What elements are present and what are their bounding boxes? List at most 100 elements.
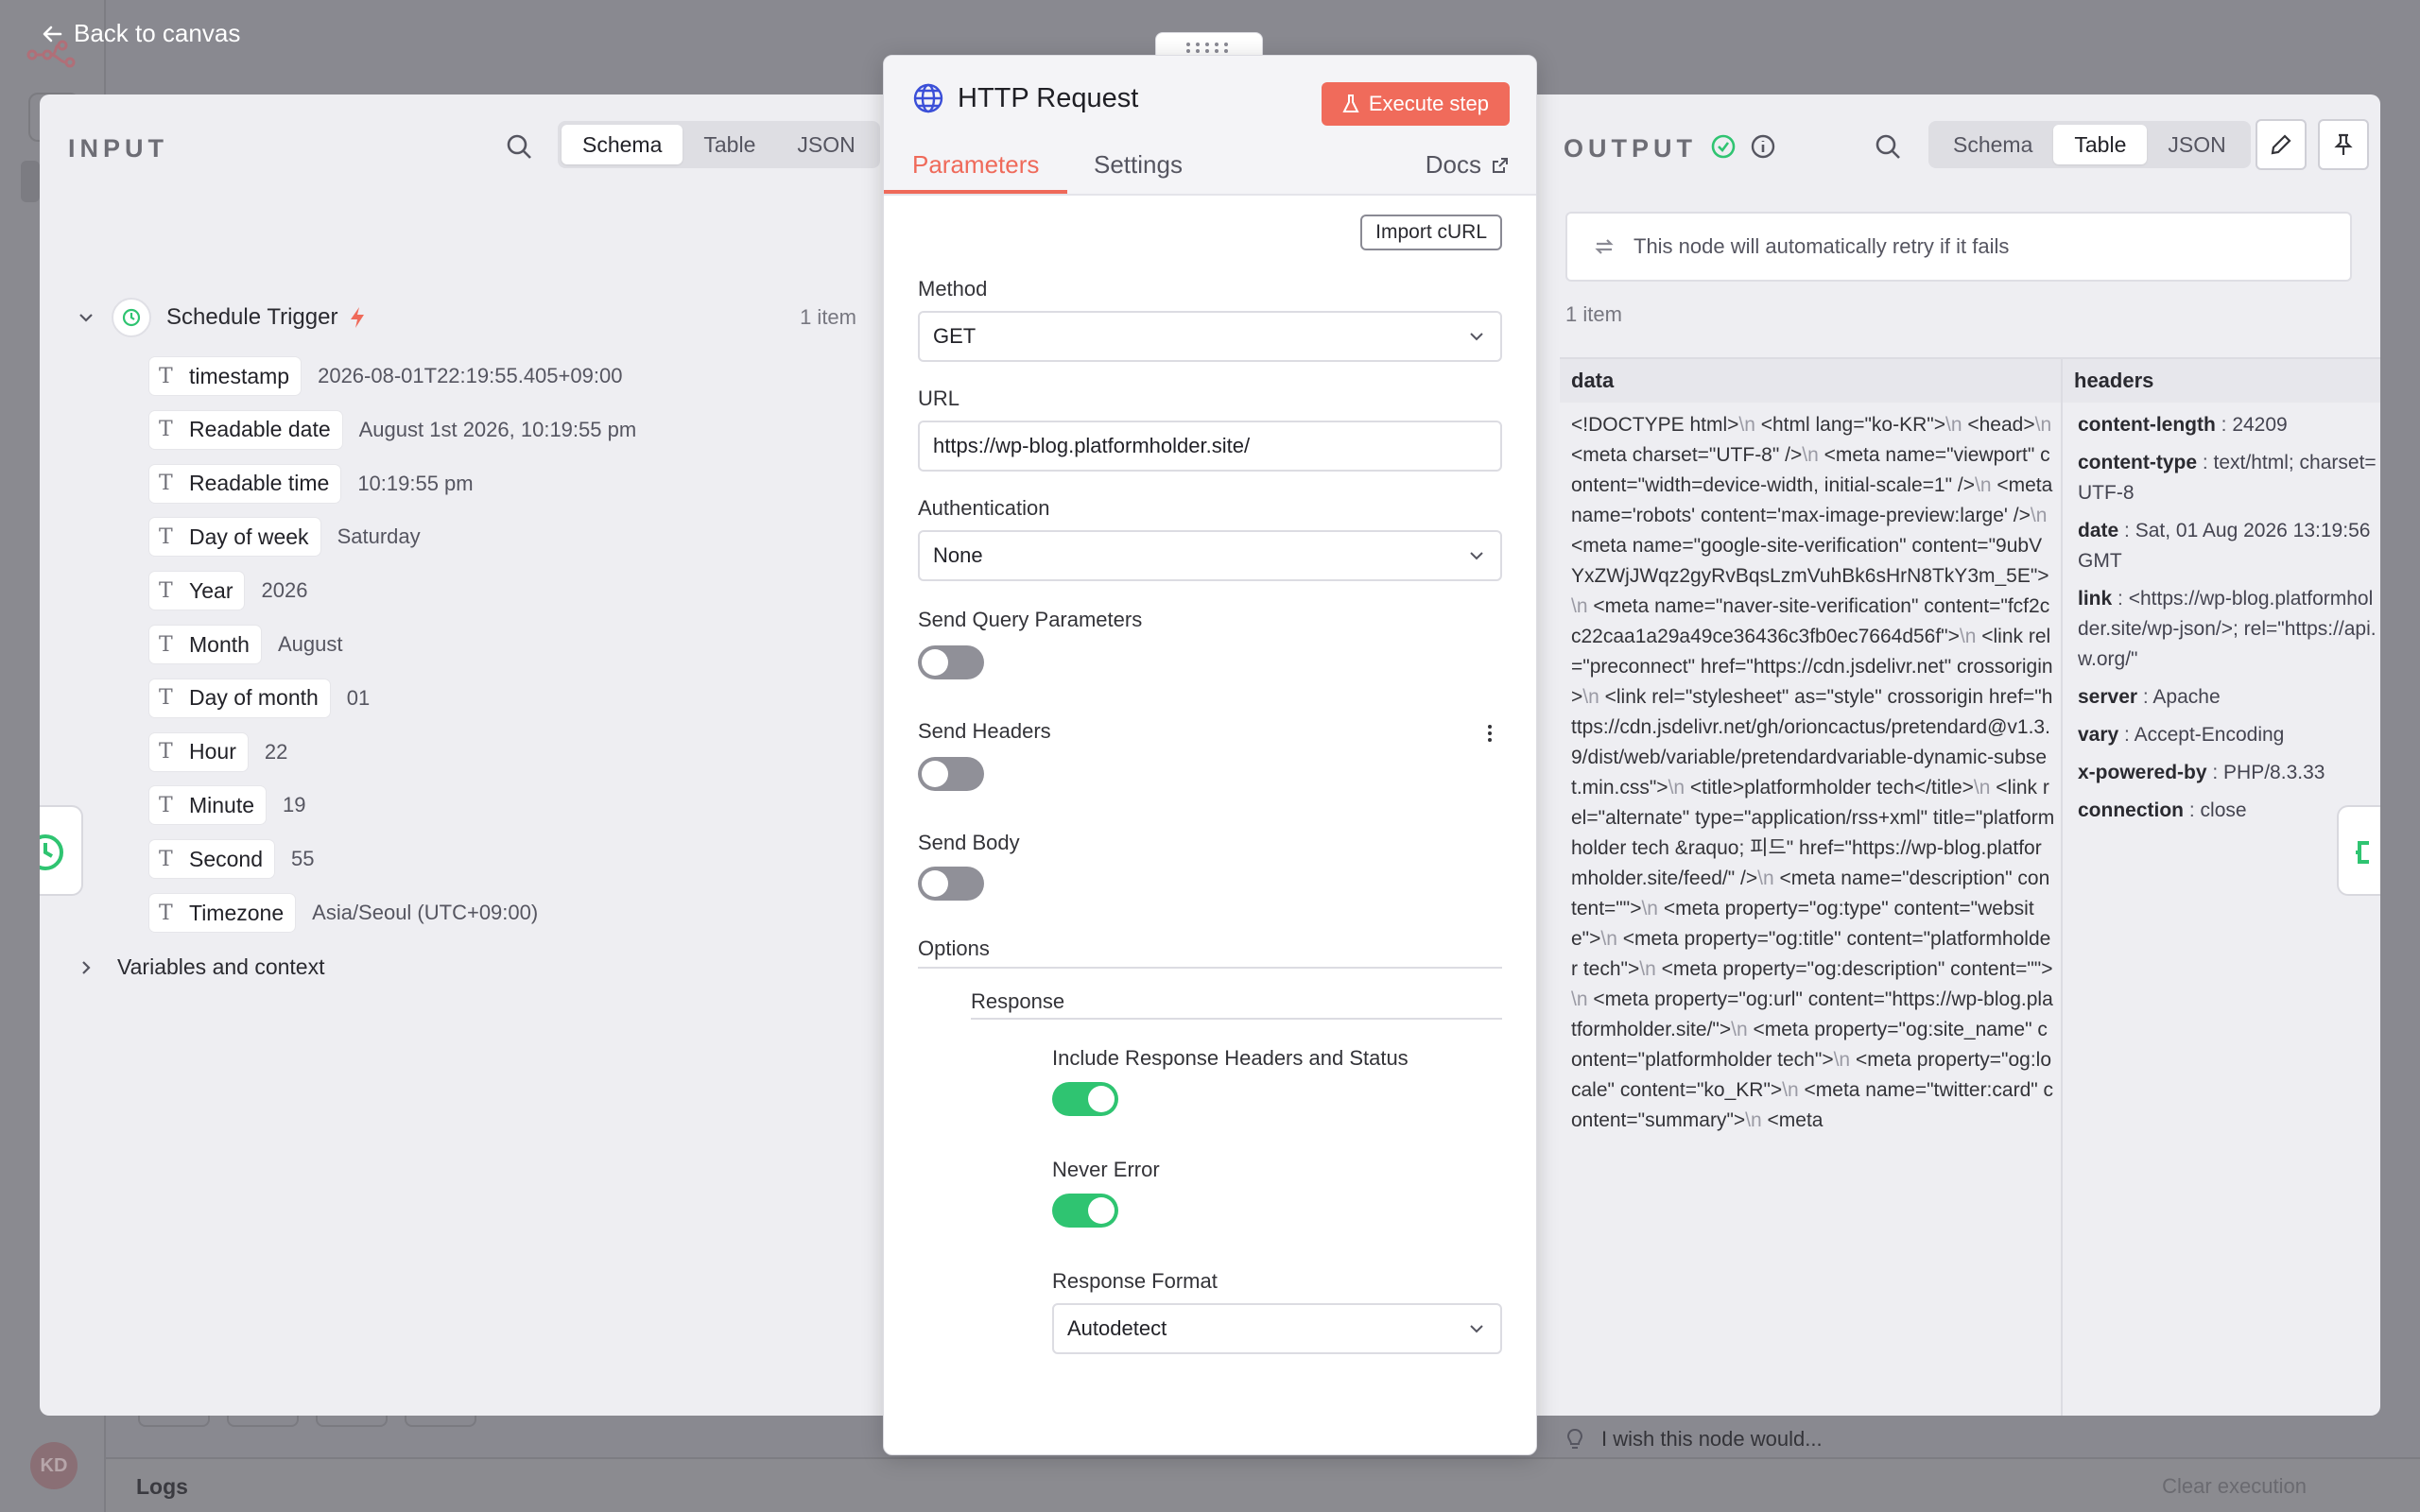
chevron-down-icon (79, 314, 93, 322)
field-value: 2026 (261, 578, 308, 603)
schema-field-row[interactable]: T Second 55 (149, 838, 315, 880)
field-name: Readable time (189, 471, 330, 496)
header-value: close (2200, 799, 2247, 821)
field-name: Hour (189, 739, 236, 765)
field-value: 01 (346, 685, 371, 710)
field-pill[interactable]: T Year (149, 572, 245, 610)
input-view-schema[interactable]: Schema (562, 125, 683, 164)
schema-field-row[interactable]: T Readable date August 1st 2026, 10:19:55 … (149, 409, 636, 451)
never-error-label: Never Error (1052, 1158, 1160, 1181)
never-error-toggle[interactable] (1052, 1194, 1118, 1228)
edit-output-button[interactable] (2256, 119, 2307, 170)
back-to-canvas-label: Back to canvas (74, 19, 241, 47)
node-title-text[interactable]: HTTP Request (958, 83, 1138, 114)
field-value: 22 (264, 739, 288, 764)
schedule-trigger-icon (112, 298, 151, 337)
schema-field-row[interactable]: T Timezone Asia/Seoul (UTC+09:00) (149, 892, 538, 934)
field-pill[interactable]: T Day of week (149, 518, 320, 557)
output-item-count: 1 item (1565, 302, 1622, 326)
lightning-icon (351, 307, 365, 328)
url-input[interactable]: https://wp-blog.platformholder.site/ (918, 421, 1502, 472)
text-type-icon: T (159, 847, 173, 871)
field-pill[interactable]: Ttimestamp (149, 357, 302, 395)
field-pill[interactable]: T Readable date (149, 410, 342, 449)
schema-field-row[interactable]: Ttimestamp 2026-08-01T22:19:55.405+09:00 (149, 355, 622, 397)
header-key: date (2078, 520, 2119, 541)
pin-output-button[interactable] (2318, 119, 2369, 170)
header-entry: vary : Accept-Encoding (2078, 724, 2285, 746)
header-entry: server : Apache (2078, 686, 2221, 708)
schema-field-row[interactable]: T Year 2026 (149, 570, 307, 611)
more-options-icon[interactable] (1485, 723, 1495, 744)
input-view-json[interactable]: JSON (776, 125, 875, 164)
trigger-name: Schedule Trigger (166, 304, 338, 330)
input-item-count: 1 item (800, 305, 856, 329)
send-query-toggle[interactable] (918, 645, 984, 679)
method-select[interactable]: GET (918, 311, 1502, 362)
header-entry: connection : close (2078, 799, 2247, 821)
header-key: content-type (2078, 452, 2197, 473)
authentication-select[interactable]: None (918, 530, 1502, 581)
column-header-headers: headers (2063, 359, 2380, 403)
field-name: Second (189, 846, 264, 871)
retry-icon (1595, 239, 1614, 254)
schema-field-row[interactable]: T Readable time 10:19:55 pm (149, 463, 474, 505)
field-pill[interactable]: T Day of month (149, 679, 330, 717)
send-headers-toggle[interactable] (918, 757, 984, 791)
field-pill[interactable]: T Readable time (149, 464, 341, 503)
field-name: Month (189, 631, 250, 657)
prev-node-handle[interactable] (40, 805, 83, 896)
field-pill[interactable]: T Hour (149, 732, 248, 771)
field-pill[interactable]: T Minute (149, 786, 267, 825)
input-view-table[interactable]: Table (683, 125, 776, 164)
output-search-icon[interactable] (1874, 132, 1902, 161)
schema-field-row[interactable]: T Day of week Saturday (149, 516, 421, 558)
send-body-label: Send Body (918, 831, 1020, 854)
variables-and-context-row[interactable]: Variables and context (76, 954, 325, 980)
authentication-value: None (933, 543, 983, 567)
schema-field-row[interactable]: T Month August (149, 624, 342, 665)
pencil-icon (2271, 134, 2291, 155)
schema-field-row[interactable]: T Hour 22 (149, 731, 287, 773)
import-curl-button[interactable]: Import cURL (1360, 215, 1502, 250)
include-headers-toggle[interactable] (1052, 1082, 1118, 1116)
header-entry: content-length : 24209 (2078, 414, 2288, 436)
field-name: Year (189, 577, 233, 603)
flask-icon (1342, 94, 1359, 112)
field-pill[interactable]: T Second (149, 840, 275, 879)
output-view-schema[interactable]: Schema (1932, 125, 2053, 164)
field-value: 10:19:55 pm (357, 471, 474, 495)
logs-label[interactable]: Logs (136, 1474, 188, 1500)
header-entry: x-powered-by : PHP/8.3.33 (2078, 762, 2325, 783)
field-pill[interactable]: T Timezone (149, 894, 296, 932)
schema-field-row[interactable]: T Day of month 01 (149, 678, 370, 719)
header-entry: content-type : text/html; charset=UTF-8 (2078, 452, 2377, 504)
tab-settings[interactable]: Settings (1094, 150, 1183, 180)
rail-nav-item[interactable] (21, 161, 40, 202)
tab-parameters[interactable]: Parameters (912, 150, 1039, 180)
field-value: August 1st 2026, 10:19:55 pm (358, 417, 637, 441)
execute-step-label: Execute step (1368, 92, 1489, 115)
response-format-select[interactable]: Autodetect (1052, 1303, 1502, 1354)
avatar[interactable]: KD (30, 1442, 78, 1489)
header-key: server (2078, 686, 2138, 708)
schema-field-row[interactable]: T Minute 19 (149, 784, 306, 826)
feedback-bar[interactable]: I wish this node would... (1565, 1416, 2416, 1463)
text-type-icon: T (159, 632, 173, 657)
back-to-canvas-link[interactable]: Back to canvas (42, 19, 240, 48)
info-icon[interactable] (1749, 132, 1777, 161)
header-value: 24209 (2232, 414, 2288, 436)
docs-link[interactable]: Docs (1426, 150, 1510, 180)
execute-step-button[interactable]: Execute step (1321, 82, 1510, 126)
headers-cell: content-length : 24209 content-type : tex… (2078, 410, 2380, 833)
send-headers-label: Send Headers (918, 719, 1051, 743)
send-body-toggle[interactable] (918, 867, 984, 901)
search-icon[interactable] (505, 132, 533, 161)
output-view-table[interactable]: Table (2053, 125, 2148, 164)
clear-execution-button[interactable]: Clear execution (2162, 1474, 2307, 1499)
field-pill[interactable]: T Month (149, 626, 261, 663)
output-view-json[interactable]: JSON (2147, 125, 2246, 164)
feedback-text: I wish this node would... (1601, 1427, 1823, 1451)
trigger-tree-header[interactable]: Schedule Trigger 1 item (76, 295, 856, 340)
header-key: link (2078, 588, 2113, 610)
